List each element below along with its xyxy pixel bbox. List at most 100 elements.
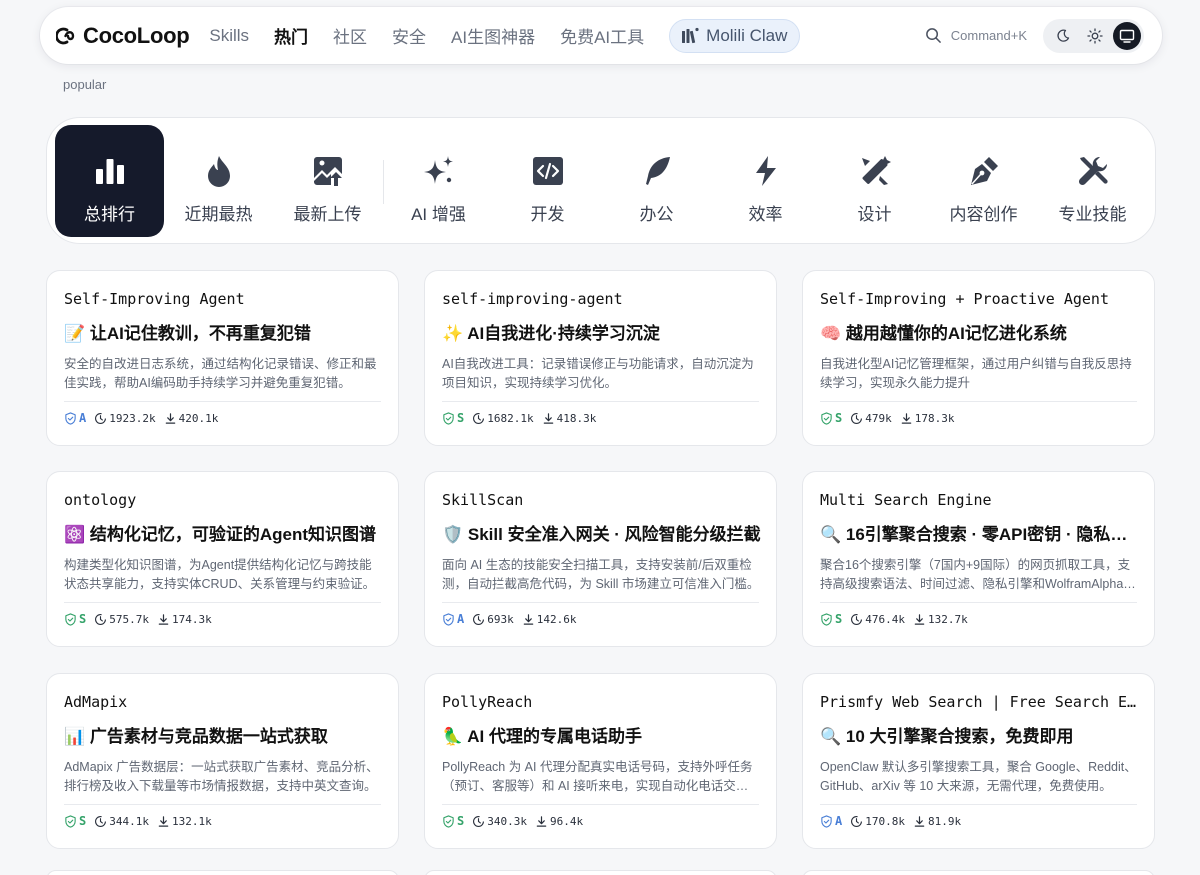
skill-card[interactable]: Self-Improving Agent 📝 让AI记住教训，不再重复犯错 安全的自… xyxy=(46,270,399,446)
logo-text: CocoLoop xyxy=(83,22,190,48)
nav-community[interactable]: 社区 xyxy=(333,23,367,48)
views-icon xyxy=(473,613,485,625)
view-count: 340.3k xyxy=(472,815,527,828)
skill-title: 🔍 10 大引擎聚合搜索，免费即用 xyxy=(820,727,1074,746)
card-divider xyxy=(442,804,759,805)
shield-check-icon xyxy=(65,612,76,626)
category-label: 最新上传 xyxy=(293,205,362,224)
skill-description: 安全的自改进日志系统，通过结构化记录错误、修正和最佳实践，帮助AI编码助手持续学… xyxy=(64,357,377,390)
shield-check-icon xyxy=(443,814,454,828)
section-label: popular xyxy=(63,77,107,92)
view-count: 575.7k xyxy=(94,613,149,626)
category-bar: 总排行 近期最热 最新上传 AI 增强 开发 办公 效率 设计 内容创作 专业技… xyxy=(46,117,1156,244)
nav-free-ai-tools[interactable]: 免费AI工具 xyxy=(560,23,644,48)
download-count: 418.3k xyxy=(542,412,596,425)
logo-loop-icon xyxy=(56,27,75,44)
skill-name: Self-Improving + Proactive Agent xyxy=(820,290,1109,308)
security-grade-value: S xyxy=(79,612,87,626)
skill-stats: S 340.3k 96.4k xyxy=(442,814,583,828)
card-divider xyxy=(820,401,1137,402)
nav-ai-image[interactable]: AI生图神器 xyxy=(451,23,535,48)
skill-card[interactable]: Self-Improving + Proactive Agent 🧠 越用越懂你的… xyxy=(802,270,1155,446)
category-development[interactable]: 开发 xyxy=(493,125,602,237)
download-icon xyxy=(536,815,547,827)
download-count: 132.1k xyxy=(157,815,212,828)
download-count: 174.3k xyxy=(157,613,212,626)
views-icon xyxy=(473,412,485,424)
nav-skills[interactable]: Skills xyxy=(209,26,249,46)
skill-card[interactable]: SkillScan 🛡️ Skill 安全准入网关 · 风险智能分级拦截 面向 AI… xyxy=(424,471,777,647)
shield-check-icon xyxy=(443,612,454,626)
skill-title: 🦜 AI 代理的专属电话助手 xyxy=(442,727,642,746)
skill-card[interactable]: Multi Search Engine 🔍 16引擎聚合搜索 · 零API密钥 ·… xyxy=(802,471,1155,647)
skill-stats: S 476.4k 132.7k xyxy=(820,612,968,626)
view-count-value: 693k xyxy=(487,612,514,626)
download-icon xyxy=(543,412,553,424)
skill-description: AdMapix 广告数据层：一站式获取广告素材、竞品分析、排行榜及收入下载量等市… xyxy=(64,760,379,793)
view-count-value: 1923.2k xyxy=(109,411,156,425)
skill-name: Prismfy Web Search | Free Search Engine xyxy=(820,693,1138,711)
skill-card[interactable]: self-improving-agent ✨ AI自我进化·持续学习沉淀 AI自我改… xyxy=(424,270,777,446)
sparkles-icon xyxy=(423,156,453,184)
category-label: 总排行 xyxy=(84,205,135,224)
skill-name: PollyReach xyxy=(442,693,533,711)
download-icon xyxy=(914,613,925,625)
shield-check-icon xyxy=(821,814,832,828)
shield-check-icon xyxy=(821,411,832,425)
download-count-value: 96.4k xyxy=(549,814,584,828)
skill-title: 🧠 越用越懂你的AI记忆进化系统 xyxy=(820,324,1067,343)
security-grade-value: S xyxy=(457,814,465,828)
category-ai-enhance[interactable]: AI 增强 xyxy=(384,125,493,237)
skill-card-partial[interactable] xyxy=(46,870,399,875)
flame-icon xyxy=(207,156,230,187)
skill-card-partial[interactable] xyxy=(424,870,777,875)
category-label: AI 增强 xyxy=(411,205,466,224)
nav-security[interactable]: 安全 xyxy=(392,23,426,48)
category-newest-upload[interactable]: 最新上传 xyxy=(273,125,382,237)
molili-claw-button[interactable]: Molili Claw xyxy=(669,18,801,53)
category-professional-skills[interactable]: 专业技能 xyxy=(1038,125,1147,237)
view-count-value: 170.8k xyxy=(865,814,905,828)
download-icon xyxy=(914,815,925,827)
security-grade: S xyxy=(820,612,842,626)
skill-card[interactable]: ontology ⚛️ 结构化记忆，可验证的Agent知识图谱 构建类型化知识图谱，… xyxy=(46,471,399,647)
security-grade-value: S xyxy=(457,411,465,425)
category-label: 专业技能 xyxy=(1058,205,1127,224)
skill-description: PollyReach 为 AI 代理分配真实电话号码，支持外呼任务（预订、客服等… xyxy=(442,760,753,793)
system-theme-button[interactable] xyxy=(1113,21,1141,50)
pen-nib-icon xyxy=(970,157,998,185)
skill-description: OpenClaw 默认多引擎搜索工具，聚合 Google、Reddit、GitH… xyxy=(820,760,1137,793)
search-button[interactable]: Command+K xyxy=(925,27,1027,44)
design-tools-icon xyxy=(861,156,891,185)
category-design[interactable]: 设计 xyxy=(820,125,929,237)
light-theme-button[interactable] xyxy=(1081,22,1109,50)
skill-name: AdMapix xyxy=(64,693,128,711)
nav-popular[interactable]: 热门 xyxy=(274,23,308,48)
card-divider xyxy=(64,804,381,805)
skill-card[interactable]: Prismfy Web Search | Free Search Engine 🔍… xyxy=(802,673,1155,849)
category-efficiency[interactable]: 效率 xyxy=(711,125,820,237)
category-overall-ranking[interactable]: 总排行 xyxy=(55,125,164,237)
dark-theme-button[interactable] xyxy=(1049,22,1077,50)
skill-description: AI自我改进工具：记录错误修正与功能请求，自动沉淀为项目知识，实现持续学习优化。 xyxy=(442,357,754,390)
category-recent-hot[interactable]: 近期最热 xyxy=(164,125,273,237)
category-office[interactable]: 办公 xyxy=(602,125,711,237)
download-count: 132.7k xyxy=(913,613,968,626)
security-grade-value: S xyxy=(835,612,843,626)
category-content-creation[interactable]: 内容创作 xyxy=(929,125,1038,237)
skill-card[interactable]: AdMapix 📊 广告素材与竞品数据一站式获取 AdMapix 广告数据层：一站式… xyxy=(46,673,399,849)
view-count-value: 479k xyxy=(865,411,892,425)
download-count-value: 178.3k xyxy=(914,411,955,425)
skill-stats: S 575.7k 174.3k xyxy=(64,612,212,626)
lightning-icon xyxy=(755,156,776,186)
download-icon xyxy=(523,613,534,625)
download-count-value: 132.7k xyxy=(927,612,968,626)
card-divider xyxy=(442,401,759,402)
view-count: 170.8k xyxy=(850,815,905,828)
view-count-value: 575.7k xyxy=(109,612,149,626)
skill-card-partial[interactable] xyxy=(802,870,1155,875)
logo[interactable]: CocoLoop xyxy=(56,22,190,49)
download-count: 178.3k xyxy=(900,411,955,425)
skill-card[interactable]: PollyReach 🦜 AI 代理的专属电话助手 PollyReach 为 AI … xyxy=(424,673,777,849)
skill-title: 🔍 16引擎聚合搜索 · 零API密钥 · 隐私优先 xyxy=(820,525,1140,544)
